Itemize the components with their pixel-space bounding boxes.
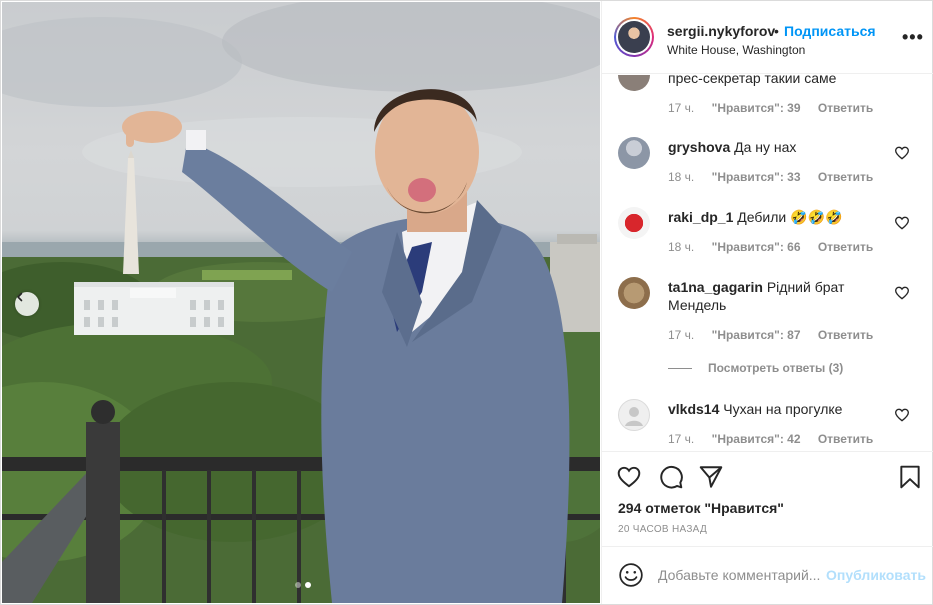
comment-username[interactable]: ta1na_gagarin — [668, 279, 763, 295]
likes-count[interactable]: 294 отметок "Нравится" — [618, 500, 784, 516]
comment-time: 17 ч. — [668, 432, 695, 446]
comment-meta: 17 ч. "Нравится": 39 Ответить — [668, 101, 887, 115]
comment-likes[interactable]: "Нравится": 87 — [712, 328, 801, 342]
comment-text: vlkds14 Чухан на прогулке — [668, 400, 888, 418]
bookmark-icon[interactable] — [897, 464, 923, 490]
reply-button[interactable]: Ответить — [818, 240, 873, 254]
follow-button[interactable]: Подписаться — [784, 23, 876, 39]
view-replies-label: Посмотреть ответы (3) — [708, 361, 844, 375]
comment-meta: 18 ч. "Нравится": 66 Ответить — [668, 240, 887, 254]
comment-time: 18 ч. — [668, 240, 695, 254]
replies-divider — [668, 367, 692, 369]
comment-avatar[interactable] — [618, 277, 650, 309]
comment-input[interactable] — [658, 563, 822, 587]
comment-text: ta1na_gagarin Рідний брат Мендель — [668, 278, 888, 314]
comment-avatar[interactable] — [618, 207, 650, 239]
default-avatar-icon — [625, 407, 643, 426]
comment-body: Чухан на прогулке — [723, 401, 843, 417]
comment-likes[interactable]: "Нравится": 66 — [712, 240, 801, 254]
comment-avatar[interactable] — [618, 75, 650, 91]
heart-icon[interactable] — [616, 464, 642, 490]
post-photo[interactable] — [2, 2, 600, 603]
avatar-image — [618, 21, 650, 53]
author-username[interactable]: sergii.nykyforov — [667, 23, 775, 39]
author-avatar[interactable] — [614, 17, 654, 57]
comment-heart-icon[interactable] — [894, 407, 910, 423]
comment-body: Да ну нах — [734, 139, 797, 155]
comment-username[interactable]: gryshova — [668, 139, 730, 155]
instagram-post: sergii.nykyforov • Подписаться White Hou… — [0, 0, 933, 605]
photo-scene — [2, 2, 600, 603]
carousel-dot-active — [305, 582, 311, 588]
post-header: sergii.nykyforov • Подписаться White Hou… — [602, 1, 933, 74]
publish-button[interactable]: Опубликовать — [826, 567, 926, 583]
carousel-prev-button[interactable] — [15, 292, 39, 316]
comment-meta: 17 ч. "Нравится": 42 Ответить — [668, 432, 887, 446]
comment-heart-icon[interactable] — [894, 215, 910, 231]
comment-username[interactable]: vlkds14 — [668, 401, 719, 417]
comment-username[interactable]: raki_dp_1 — [668, 209, 733, 225]
comment-icon[interactable] — [658, 464, 684, 490]
comment-meta: 17 ч. "Нравится": 87 Ответить — [668, 328, 887, 342]
comment-likes[interactable]: "Нравится": 33 — [712, 170, 801, 184]
more-options-icon[interactable]: ••• — [902, 27, 924, 48]
comment-likes[interactable]: "Нравится": 42 — [712, 432, 801, 446]
comment-text: gryshova Да ну нах — [668, 138, 888, 156]
post-location[interactable]: White House, Washington — [667, 43, 805, 57]
reply-button[interactable]: Ответить — [818, 101, 873, 115]
comment-likes[interactable]: "Нравится": 39 — [712, 101, 801, 115]
comment-text: прес-секретар такий саме — [668, 75, 837, 86]
comments-list[interactable]: прес-секретар такий саме 17 ч. "Нравится… — [602, 75, 933, 451]
comment-time: 17 ч. — [668, 101, 695, 115]
post-actions: 294 отметок "Нравится" 20 ЧАСОВ НАЗАД — [602, 451, 933, 546]
share-icon[interactable] — [698, 464, 724, 490]
carousel-indicator — [295, 582, 311, 588]
add-comment-bar: Опубликовать — [602, 546, 933, 604]
comment-heart-icon[interactable] — [894, 145, 910, 161]
carousel-dot — [295, 582, 301, 588]
comment-avatar[interactable] — [618, 399, 650, 431]
comment-time: 17 ч. — [668, 328, 695, 342]
comment-time: 18 ч. — [668, 170, 695, 184]
post-details-panel: sergii.nykyforov • Подписаться White Hou… — [601, 1, 933, 604]
reply-button[interactable]: Ответить — [818, 328, 873, 342]
comment-heart-icon[interactable] — [894, 285, 910, 301]
reply-button[interactable]: Ответить — [818, 432, 873, 446]
comment-avatar[interactable] — [618, 137, 650, 169]
view-replies-button[interactable]: Посмотреть ответы (3) — [668, 361, 843, 375]
reply-button[interactable]: Ответить — [818, 170, 873, 184]
post-timestamp[interactable]: 20 ЧАСОВ НАЗАД — [618, 524, 707, 535]
emoji-icon[interactable] — [618, 562, 644, 588]
separator-dot: • — [774, 23, 779, 39]
comment-body: Дебили 🤣🤣🤣 — [737, 209, 843, 225]
comment-text: raki_dp_1 Дебили 🤣🤣🤣 — [668, 208, 888, 226]
chevron-left-icon — [17, 292, 23, 302]
comment-meta: 18 ч. "Нравится": 33 Ответить — [668, 170, 887, 184]
